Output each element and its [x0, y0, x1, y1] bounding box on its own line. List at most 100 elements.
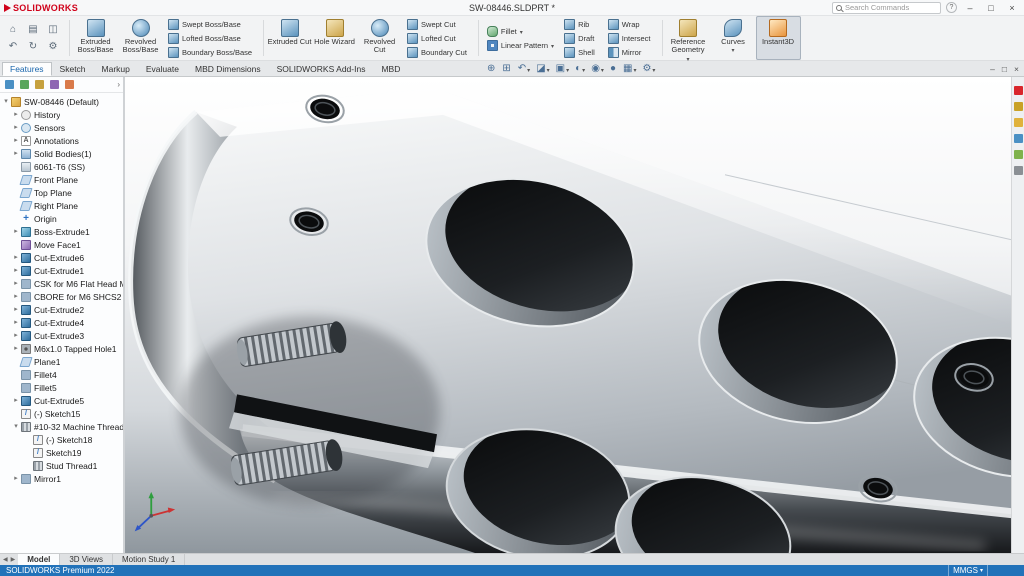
tree-item[interactable]: Cut-Extrude3: [2, 329, 123, 342]
panel-collapse-button[interactable]: ›: [117, 80, 120, 89]
tree-item[interactable]: Right Plane: [2, 199, 123, 212]
tree-item[interactable]: Sensors: [2, 121, 123, 134]
taskpane-button[interactable]: [1013, 101, 1024, 112]
tree-item[interactable]: Annotations: [2, 134, 123, 147]
expander-icon[interactable]: [12, 397, 20, 404]
tree-item[interactable]: Top Plane: [2, 186, 123, 199]
expander-icon[interactable]: [12, 124, 20, 131]
tree-item[interactable]: Cut-Extrude2: [2, 303, 123, 316]
search-input[interactable]: [845, 3, 937, 12]
expander-icon[interactable]: [12, 228, 20, 235]
command-tab[interactable]: Evaluate: [138, 62, 187, 76]
tree-item[interactable]: 6061-T6 (SS): [2, 160, 123, 173]
ribbon-button[interactable]: Swept Cut: [404, 18, 473, 31]
headsup-button[interactable]: ⚙: [639, 62, 658, 77]
command-tab[interactable]: MBD Dimensions: [187, 62, 269, 76]
headsup-button[interactable]: ▣: [553, 62, 572, 77]
model-3d-part[interactable]: [125, 77, 1011, 553]
expander-icon[interactable]: [2, 98, 10, 105]
taskpane-button[interactable]: [1013, 117, 1024, 128]
window-maximize-button[interactable]: □: [983, 1, 999, 15]
taskpane-button[interactable]: [1013, 149, 1024, 160]
expander-icon[interactable]: [12, 150, 20, 157]
ribbon-button[interactable]: Extruded Boss/Base: [73, 16, 118, 60]
orientation-triad[interactable]: [131, 487, 177, 539]
expander-icon[interactable]: [12, 423, 20, 430]
expander-icon[interactable]: [12, 293, 20, 300]
tree-item[interactable]: Mirror1: [2, 472, 123, 485]
ribbon-button[interactable]: Boundary Boss/Base: [165, 46, 258, 59]
tree-item[interactable]: Front Plane: [2, 173, 123, 186]
window-close-button[interactable]: ×: [1004, 1, 1020, 15]
expander-icon[interactable]: [12, 306, 20, 313]
expander-icon[interactable]: [12, 475, 20, 482]
bottom-tab[interactable]: Model: [18, 554, 61, 565]
units-selector[interactable]: MMGS: [948, 565, 988, 576]
tree-item[interactable]: Cut-Extrude5: [2, 394, 123, 407]
tree-item[interactable]: Origin: [2, 212, 123, 225]
document-close-button[interactable]: ×: [1014, 65, 1019, 74]
ribbon-button[interactable]: Extruded Cut: [267, 16, 312, 60]
ribbon-button[interactable]: Reference Geometry: [666, 16, 711, 60]
expander-icon[interactable]: [12, 345, 20, 352]
quick-access-button[interactable]: ⌂: [4, 22, 22, 38]
document-restore-button[interactable]: □: [1002, 65, 1007, 74]
solidworks-logo[interactable]: SOLIDWORKS: [4, 3, 78, 13]
quick-access-button[interactable]: ◫: [44, 22, 62, 38]
expander-icon[interactable]: [12, 137, 20, 144]
panel-tab[interactable]: [33, 79, 45, 90]
tree-item[interactable]: Move Face1: [2, 238, 123, 251]
expander-icon[interactable]: [12, 319, 20, 326]
headsup-button[interactable]: ◉: [588, 62, 607, 77]
tree-item[interactable]: Cut-Extrude6: [2, 251, 123, 264]
ribbon-button[interactable]: Linear Pattern: [484, 39, 557, 52]
panel-tab[interactable]: [63, 79, 75, 90]
help-button[interactable]: ?: [946, 2, 957, 13]
panel-tab[interactable]: [48, 79, 60, 90]
tree-item[interactable]: Sketch19: [2, 446, 123, 459]
expander-icon[interactable]: [12, 280, 20, 287]
headsup-button[interactable]: ⊕: [484, 62, 499, 77]
tree-item[interactable]: Cut-Extrude4: [2, 316, 123, 329]
headsup-button[interactable]: ◪: [533, 62, 552, 77]
headsup-button[interactable]: ↶: [515, 62, 533, 77]
graphics-area[interactable]: [125, 77, 1011, 553]
tree-item[interactable]: CBORE for M6 SHCS2: [2, 290, 123, 303]
headsup-button[interactable]: ⊞: [499, 62, 514, 77]
tree-item[interactable]: Cut-Extrude1: [2, 264, 123, 277]
ribbon-button[interactable]: Curves: [711, 16, 756, 60]
command-tab[interactable]: Sketch: [52, 62, 94, 76]
quick-access-button[interactable]: ▤: [24, 22, 42, 38]
ribbon-button[interactable]: Instant3D: [755, 16, 801, 60]
ribbon-button[interactable]: Rib: [561, 18, 601, 31]
tree-item[interactable]: History: [2, 108, 123, 121]
taskpane-button[interactable]: [1013, 85, 1024, 96]
tree-item[interactable]: Fillet5: [2, 381, 123, 394]
quick-access-button[interactable]: ↻: [24, 39, 42, 55]
quick-access-button[interactable]: ⚙: [44, 39, 62, 55]
tree-item[interactable]: M6x1.0 Tapped Hole1: [2, 342, 123, 355]
command-tab[interactable]: Markup: [94, 62, 138, 76]
search-box[interactable]: [832, 1, 941, 14]
tree-item[interactable]: SW-08446 (Default): [2, 95, 123, 108]
panel-tab[interactable]: [3, 79, 15, 90]
ribbon-button[interactable]: Boundary Cut: [404, 46, 473, 59]
expander-icon[interactable]: [12, 267, 20, 274]
ribbon-button[interactable]: Wrap: [605, 18, 657, 31]
tree-item[interactable]: CSK for M6 Flat Head Machine Sc: [2, 277, 123, 290]
ribbon-button[interactable]: Fillet: [484, 25, 557, 38]
tree-item[interactable]: (-) Sketch15: [2, 407, 123, 420]
ribbon-button[interactable]: Lofted Cut: [404, 32, 473, 45]
expander-icon[interactable]: [12, 254, 20, 261]
ribbon-button[interactable]: Mirror: [605, 46, 657, 59]
headsup-button[interactable]: ▦: [620, 62, 639, 77]
ribbon-button[interactable]: Lofted Boss/Base: [165, 32, 258, 45]
ribbon-button[interactable]: Shell: [561, 46, 601, 59]
taskpane-button[interactable]: [1013, 133, 1024, 144]
tree-item[interactable]: (-) Sketch18: [2, 433, 123, 446]
quick-access-button[interactable]: ↶: [4, 39, 22, 55]
command-tab[interactable]: Features: [2, 62, 52, 76]
tree-item[interactable]: #10-32 Machine Threads Stud1: [2, 420, 123, 433]
ribbon-button[interactable]: Revolved Cut: [357, 16, 402, 60]
headsup-button[interactable]: ◐: [572, 62, 588, 77]
